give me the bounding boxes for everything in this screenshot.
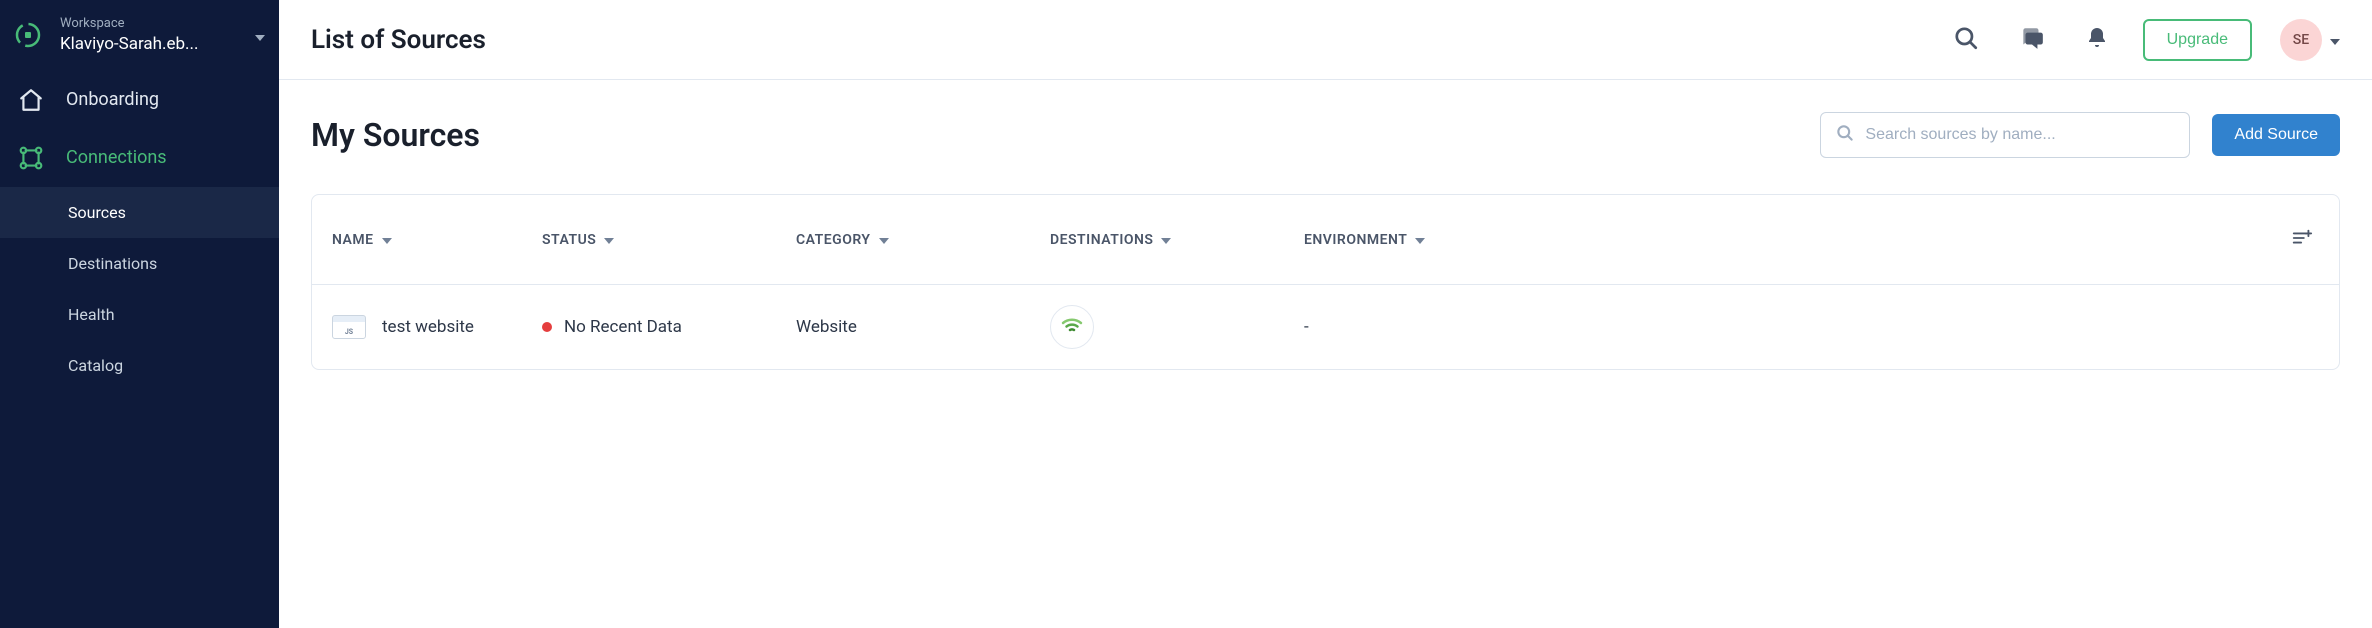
search-input[interactable] bbox=[1865, 126, 2175, 144]
home-icon bbox=[18, 87, 44, 113]
user-menu[interactable]: SE bbox=[2280, 19, 2340, 61]
chat-icon bbox=[2019, 25, 2045, 54]
cell-category: Website bbox=[796, 317, 1050, 337]
page-title: List of Sources bbox=[311, 25, 1947, 55]
add-source-button[interactable]: Add Source bbox=[2212, 114, 2340, 156]
source-type-icon: JS bbox=[332, 315, 366, 339]
search-box[interactable] bbox=[1820, 112, 2190, 158]
category-text: Website bbox=[796, 317, 857, 337]
avatar: SE bbox=[2280, 19, 2322, 61]
sort-icon bbox=[1161, 232, 1171, 248]
sort-icon bbox=[382, 232, 392, 248]
workspace-switcher[interactable]: Workspace Klaviyo-Sarah.eb... bbox=[0, 0, 279, 71]
status-dot-icon bbox=[542, 322, 552, 332]
filter-add-icon bbox=[2291, 227, 2313, 252]
workspace-logo-icon bbox=[14, 21, 42, 49]
main: List of Sources bbox=[279, 0, 2372, 628]
section-title: My Sources bbox=[311, 116, 1820, 154]
sub-nav: Sources Destinations Health Catalog bbox=[0, 187, 279, 391]
topbar-actions: Upgrade SE bbox=[1947, 19, 2340, 61]
table-row[interactable]: JS test website No Recent Data Website bbox=[312, 285, 2339, 369]
content: My Sources Add Source NAME ST bbox=[279, 80, 2372, 402]
th-label: NAME bbox=[332, 232, 374, 248]
wifi-icon bbox=[1060, 313, 1084, 342]
status-text: No Recent Data bbox=[564, 317, 682, 337]
table-header: NAME STATUS CATEGORY DESTINATIONS ENVIRO… bbox=[312, 195, 2339, 285]
cell-name: JS test website bbox=[332, 315, 542, 339]
th-label: STATUS bbox=[542, 232, 596, 248]
upgrade-button[interactable]: Upgrade bbox=[2143, 19, 2252, 61]
sub-nav-destinations[interactable]: Destinations bbox=[0, 238, 279, 289]
environment-text: - bbox=[1304, 317, 1309, 337]
th-environment[interactable]: ENVIRONMENT bbox=[1304, 232, 1484, 248]
add-column-button[interactable] bbox=[2285, 221, 2319, 258]
th-label: ENVIRONMENT bbox=[1304, 232, 1407, 248]
notifications-button[interactable] bbox=[2079, 20, 2115, 59]
nav-label: Onboarding bbox=[66, 89, 159, 110]
bell-icon bbox=[2085, 26, 2109, 53]
workspace-name: Klaviyo-Sarah.eb... bbox=[60, 33, 247, 55]
search-icon bbox=[1835, 123, 1855, 147]
search-icon bbox=[1953, 25, 1979, 54]
chevron-down-icon bbox=[255, 26, 265, 45]
section-header: My Sources Add Source bbox=[311, 112, 2340, 158]
th-label: DESTINATIONS bbox=[1050, 232, 1153, 248]
sub-nav-sources[interactable]: Sources bbox=[0, 187, 279, 238]
th-actions bbox=[1484, 221, 2319, 258]
connections-icon bbox=[18, 145, 44, 171]
sub-nav-catalog[interactable]: Catalog bbox=[0, 340, 279, 391]
nav-connections[interactable]: Connections bbox=[0, 129, 279, 187]
sub-nav-health[interactable]: Health bbox=[0, 289, 279, 340]
th-status[interactable]: STATUS bbox=[542, 232, 796, 248]
source-name: test website bbox=[382, 317, 474, 337]
sort-icon bbox=[1415, 232, 1425, 248]
workspace-text: Workspace Klaviyo-Sarah.eb... bbox=[60, 16, 247, 55]
destination-badge[interactable] bbox=[1050, 305, 1094, 349]
cell-destinations bbox=[1050, 305, 1304, 349]
search-button[interactable] bbox=[1947, 19, 1985, 60]
nav-onboarding[interactable]: Onboarding bbox=[0, 71, 279, 129]
sidebar: Workspace Klaviyo-Sarah.eb... Onboarding bbox=[0, 0, 279, 628]
chat-button[interactable] bbox=[2013, 19, 2051, 60]
nav-label: Connections bbox=[66, 147, 167, 168]
th-name[interactable]: NAME bbox=[332, 232, 542, 248]
th-category[interactable]: CATEGORY bbox=[796, 232, 1050, 248]
cell-status: No Recent Data bbox=[542, 317, 796, 337]
th-label: CATEGORY bbox=[796, 232, 871, 248]
workspace-label: Workspace bbox=[60, 16, 247, 33]
th-destinations[interactable]: DESTINATIONS bbox=[1050, 232, 1304, 248]
sort-icon bbox=[879, 232, 889, 248]
sources-table: NAME STATUS CATEGORY DESTINATIONS ENVIRO… bbox=[311, 194, 2340, 370]
sort-icon bbox=[604, 232, 614, 248]
chevron-down-icon bbox=[2330, 30, 2340, 49]
topbar: List of Sources bbox=[279, 0, 2372, 80]
cell-environment: - bbox=[1304, 317, 1484, 337]
